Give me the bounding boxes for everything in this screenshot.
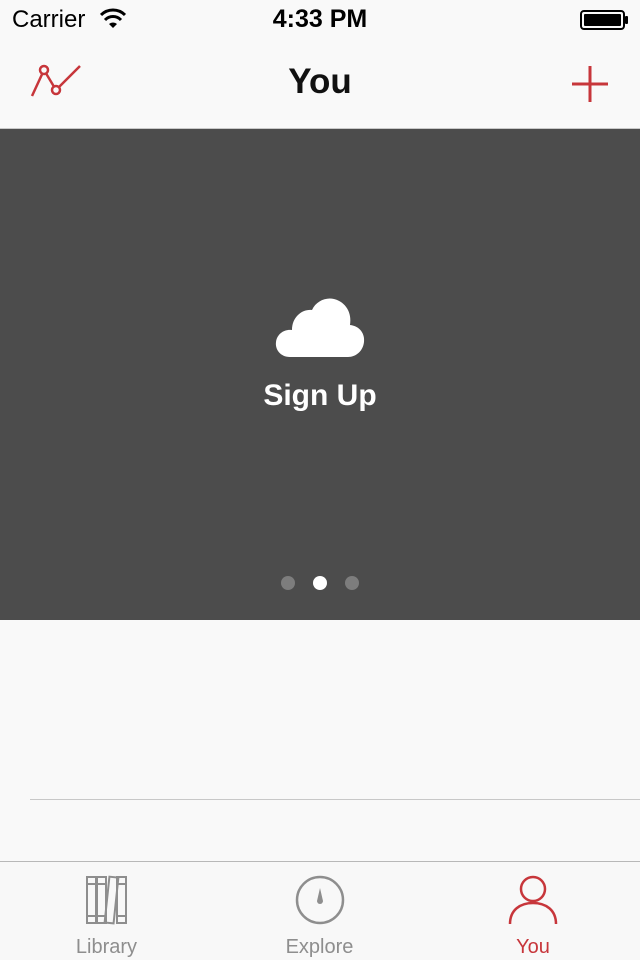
tab-label: Explore	[285, 936, 354, 958]
page-dot[interactable]	[345, 576, 359, 590]
navigation-bar: You	[0, 40, 640, 129]
status-time: 4:33 PM	[272, 5, 368, 33]
tab-bar: Library Explore You	[0, 861, 640, 960]
tab-label: You	[516, 936, 550, 958]
tab-library[interactable]: Library	[0, 862, 213, 960]
tab-label: Library	[75, 936, 138, 958]
books-icon	[85, 875, 127, 925]
page-indicator[interactable]	[0, 576, 640, 590]
signup-banner[interactable]: Sign Up	[0, 129, 640, 620]
page-title: You	[288, 62, 352, 101]
page-dot-active[interactable]	[313, 576, 327, 590]
signup-button[interactable]: Sign Up	[0, 379, 640, 413]
screen: Carrier 4:33 PM You Sign Up Library Expl…	[0, 0, 640, 960]
person-icon	[508, 875, 558, 925]
status-bar: Carrier 4:33 PM	[0, 0, 640, 40]
tab-you[interactable]: You	[426, 862, 640, 960]
page-dot[interactable]	[281, 576, 295, 590]
tab-explore[interactable]: Explore	[213, 862, 426, 960]
list-divider	[30, 799, 640, 800]
battery-icon	[580, 10, 628, 30]
cloud-icon	[275, 298, 365, 357]
plus-icon[interactable]	[566, 60, 614, 108]
compass-icon	[295, 875, 344, 925]
